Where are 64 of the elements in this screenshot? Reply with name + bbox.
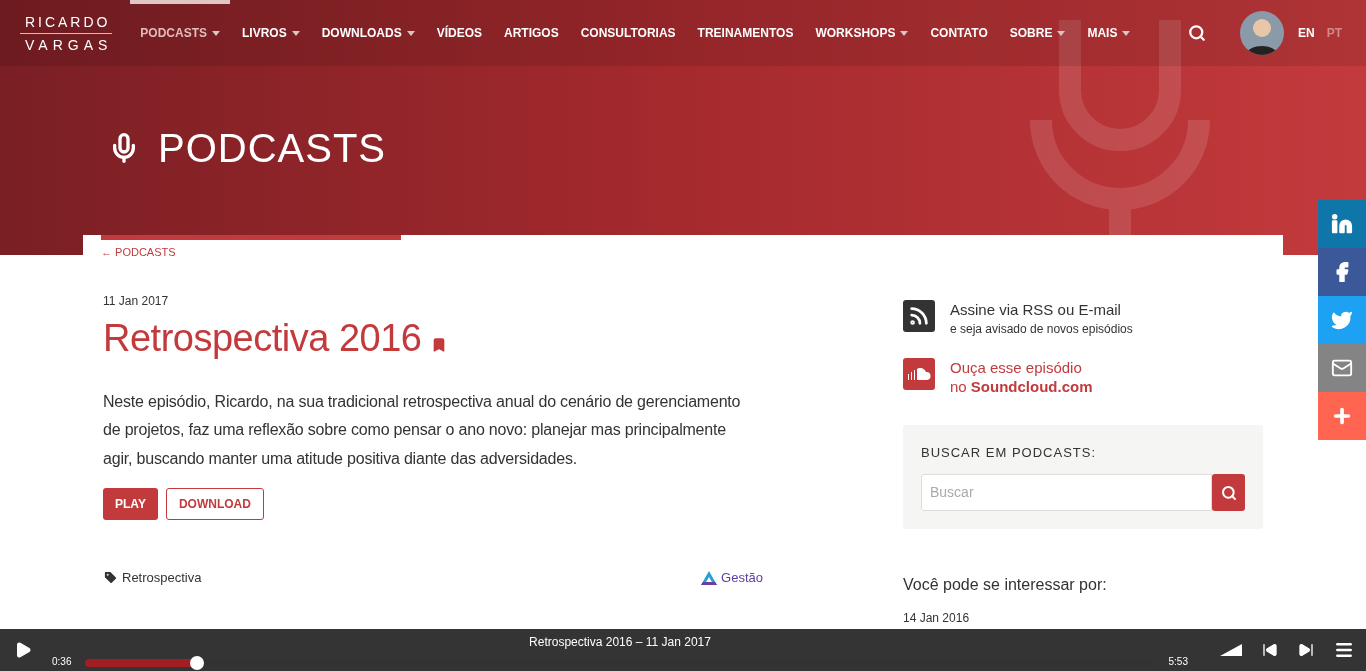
- search-icon[interactable]: [1188, 24, 1206, 42]
- mail-icon: [1331, 357, 1353, 379]
- nav-link[interactable]: PODCASTS: [130, 0, 230, 66]
- nav-link[interactable]: WORKSHOPS: [805, 0, 919, 66]
- related-heading: Você pode se interessar por:: [903, 575, 1108, 595]
- nav-link[interactable]: TREINAMENTOS: [687, 0, 804, 66]
- progress-handle[interactable]: [189, 656, 204, 670]
- search-icon: [1220, 484, 1237, 501]
- play-icon[interactable]: [14, 641, 32, 659]
- nav-link[interactable]: CONTATO: [920, 0, 998, 66]
- page-title: PODCASTS: [158, 125, 387, 172]
- caret-icon: [212, 30, 220, 36]
- soundcloud-link[interactable]: Ouça esse episódio: [950, 357, 1093, 377]
- caret-icon: [406, 30, 415, 36]
- subscribe-link[interactable]: Assine via RSS ou E-mail: [950, 299, 1133, 320]
- nav-link[interactable]: ARTIGOS: [494, 0, 569, 66]
- duration-time: 5:53: [1168, 654, 1188, 669]
- tag-icon: [103, 570, 118, 586]
- linkedin-icon: [1331, 213, 1353, 235]
- caret-icon: [1122, 30, 1131, 36]
- caret-icon: [900, 30, 909, 36]
- nav-link[interactable]: SOBRE: [999, 0, 1076, 66]
- share-button[interactable]: [1318, 248, 1366, 296]
- cloud-icon: [907, 367, 931, 380]
- language-link[interactable]: EN: [1298, 24, 1315, 42]
- related-date: 14 Jan 2016: [903, 610, 971, 627]
- plus-icon: [1331, 405, 1353, 427]
- breadcrumb-link[interactable]: ← PODCASTS: [101, 244, 1283, 261]
- play-button[interactable]: PLAY: [103, 488, 158, 520]
- volume-icon[interactable]: [1220, 644, 1242, 656]
- site-logo[interactable]: RICARDO VARGAS: [18, 12, 115, 54]
- subscribe-subtitle: e seja avisado de novos episódios: [950, 320, 1133, 338]
- avatar[interactable]: [1240, 11, 1284, 55]
- search-heading: BUSCAR EM PODCASTS:: [921, 443, 1098, 462]
- caret-icon: [291, 30, 300, 36]
- next-icon[interactable]: [1298, 642, 1314, 658]
- rss-badge[interactable]: [903, 299, 935, 332]
- episode-title: Retrospectiva 2016: [103, 315, 422, 360]
- nav-link[interactable]: LIVROS: [232, 0, 310, 66]
- nav-link[interactable]: MAIS: [1077, 0, 1141, 66]
- player-title: Retrospectiva 2016 – 11 Jan 2017: [529, 634, 711, 651]
- search-field[interactable]: Buscar: [921, 474, 1212, 511]
- nav-link[interactable]: CONSULTORIAS: [570, 0, 686, 66]
- search-button[interactable]: [1212, 474, 1245, 511]
- rss-icon: [908, 304, 930, 327]
- previous-icon[interactable]: [1262, 642, 1278, 658]
- share-button[interactable]: [1318, 200, 1366, 248]
- elapsed-time: 0:36: [52, 654, 72, 669]
- share-button[interactable]: [1318, 296, 1366, 344]
- share-button[interactable]: [1318, 392, 1366, 440]
- soundcloud-link[interactable]: no Soundcloud.com: [950, 376, 1093, 396]
- nav-link[interactable]: VÍDEOS: [426, 0, 493, 66]
- category-link[interactable]: Gestão: [721, 568, 763, 588]
- episode-date: 11 Jan 2017: [103, 292, 170, 310]
- tag-link[interactable]: Retrospectiva: [122, 568, 202, 588]
- soundcloud-badge[interactable]: [903, 357, 935, 390]
- episode-description: Neste episódio, Ricardo, na sua tradicional retrospectiva anual do cenário de gerenciamento de projetos, faz uma reflexão sobre como pensar o ano novo: planejar mas principalmente agir, buscando manter uma atitude positiva diante das adversidades.: [103, 391, 742, 469]
- share-button[interactable]: [1318, 344, 1366, 392]
- caret-icon: [1057, 30, 1066, 36]
- triangle-icon: [701, 570, 718, 585]
- download-button[interactable]: DOWNLOAD: [165, 488, 264, 520]
- nav-link[interactable]: DOWNLOADS: [311, 0, 425, 66]
- twitter-icon: [1331, 309, 1353, 331]
- menu-icon[interactable]: [1334, 640, 1354, 660]
